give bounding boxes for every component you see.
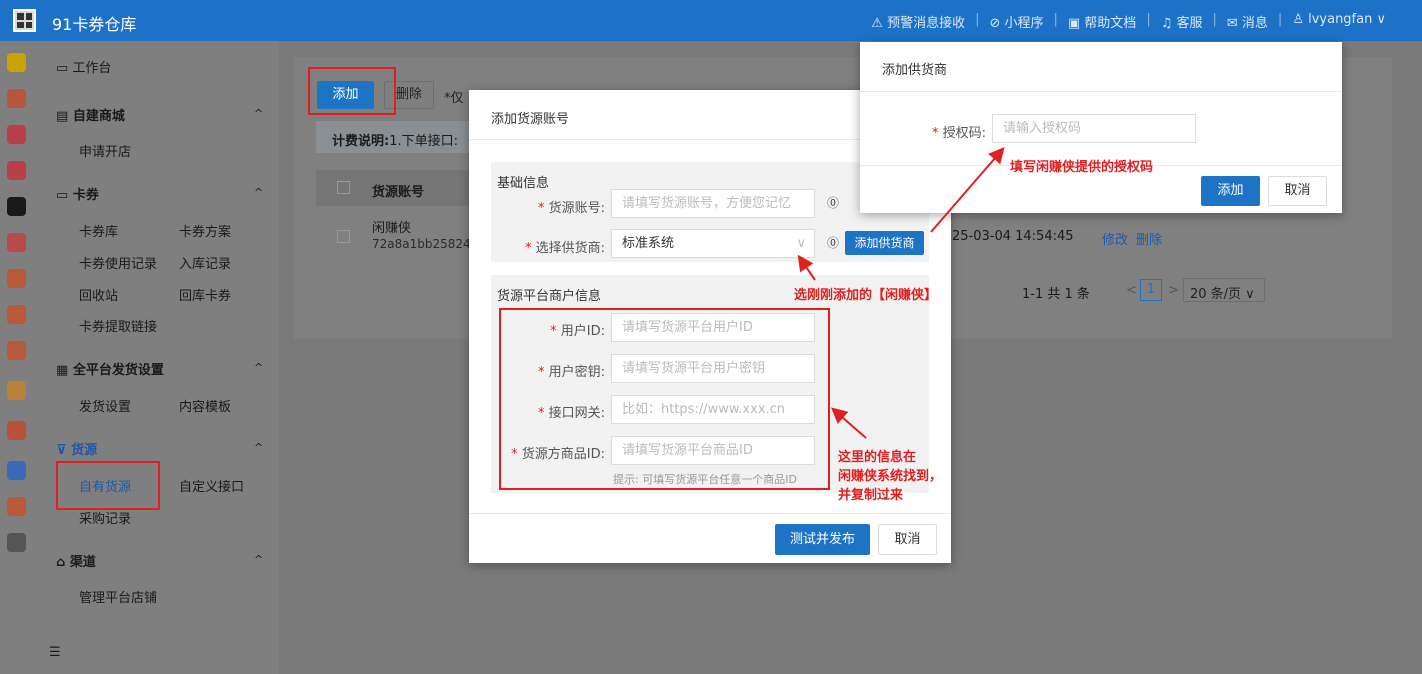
annotation-arrows — [797, 146, 1005, 439]
arrow-supplier — [797, 254, 816, 281]
arrow-auth — [930, 146, 1005, 233]
arrow-info — [830, 407, 867, 439]
